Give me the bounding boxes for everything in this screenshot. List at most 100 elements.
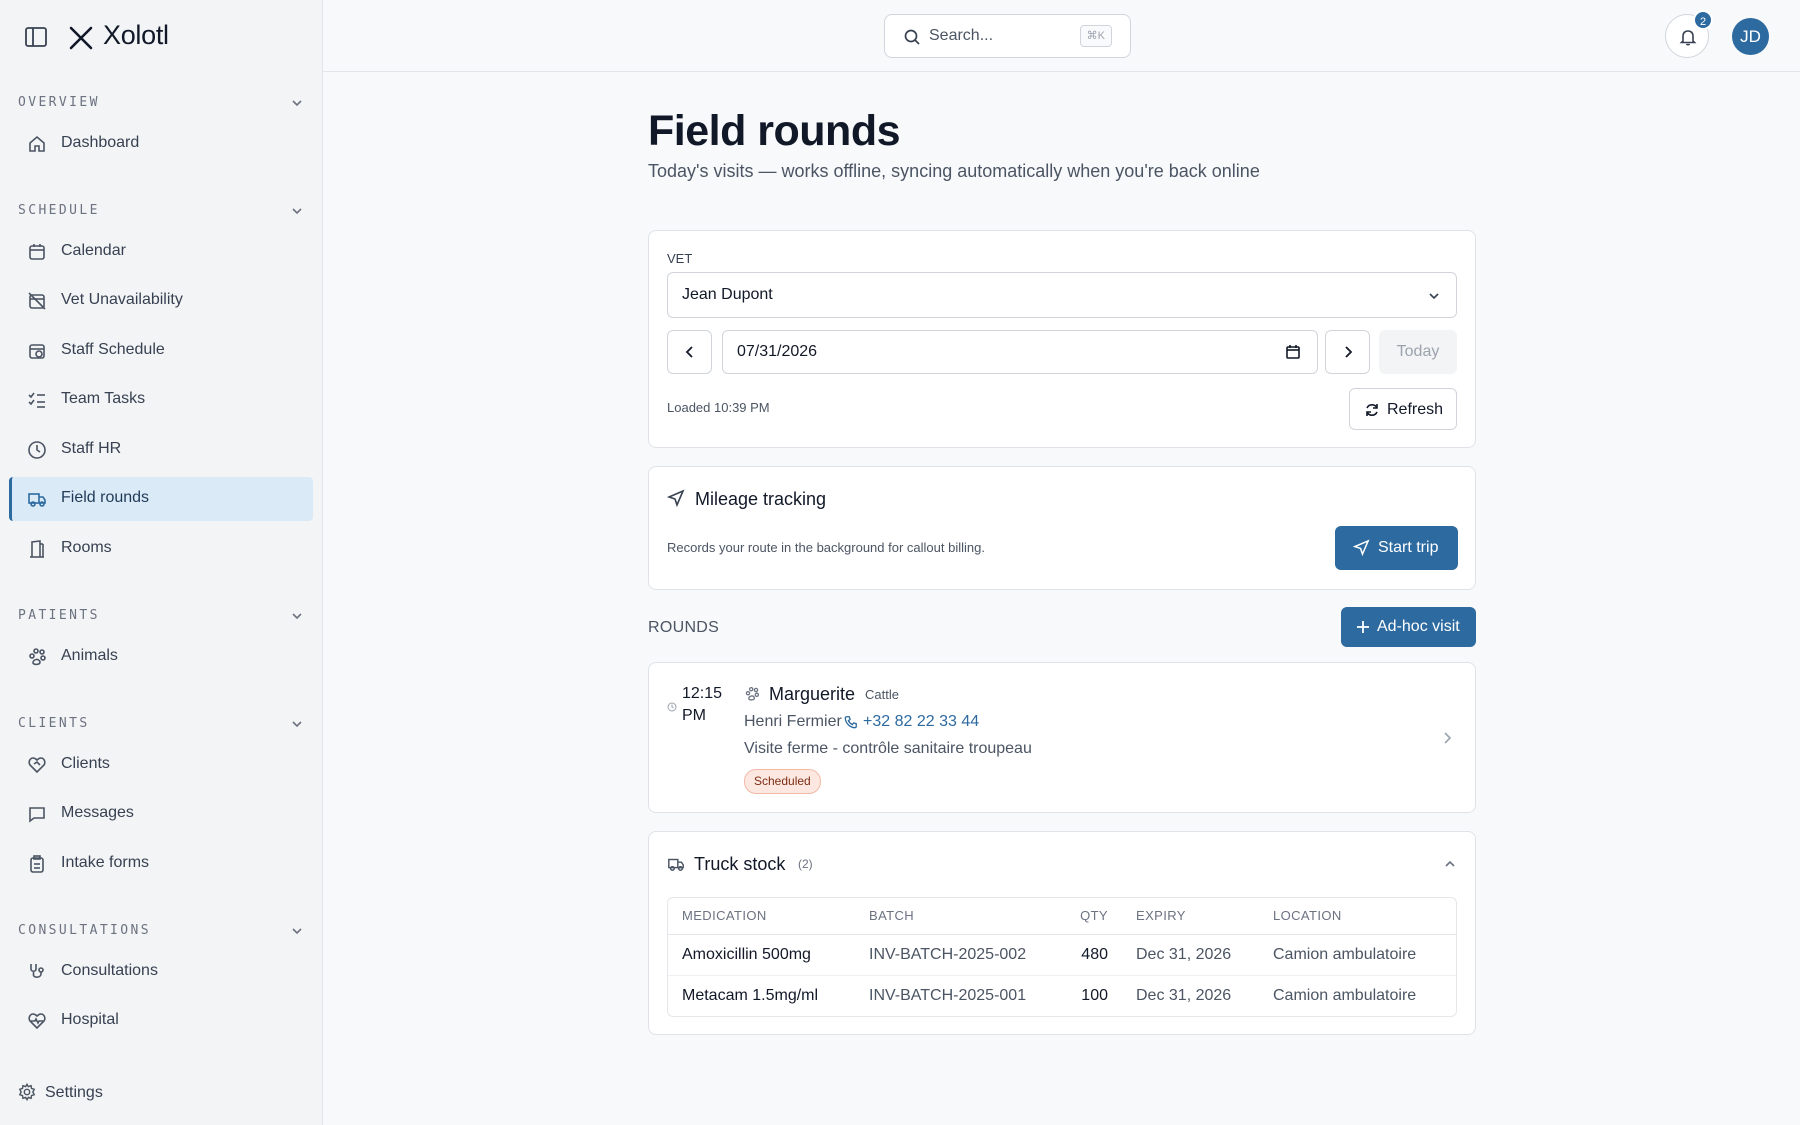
section-label: SCHEDULE (18, 203, 100, 218)
sidebar-toggle-icon[interactable] (24, 25, 48, 49)
door-icon (27, 539, 47, 559)
avatar[interactable]: JD (1732, 18, 1769, 55)
page-subtitle: Today's visits — works offline, syncing … (648, 161, 1260, 181)
column-header: BATCH (855, 898, 1055, 935)
sidebar-item-label: Clients (61, 755, 110, 772)
bell-icon (1679, 30, 1697, 46)
sidebar: Xolotl OVERVIEW Dashboard SCHEDULE Calen… (0, 0, 323, 1125)
home-icon (27, 134, 47, 154)
medication-cell: Amoxicillin 500mg (668, 934, 855, 976)
sidebar-item-label: Rooms (61, 539, 112, 556)
expiry-cell: Dec 31, 2026 (1122, 934, 1259, 976)
owner-phone-link[interactable]: +32 82 22 33 44 (863, 713, 979, 731)
batch-cell: INV-BATCH-2025-001 (869, 986, 1027, 1004)
table-row: Metacam 1.5mg/ml INV-BATCH-2025-001 100 … (668, 975, 1456, 1016)
animal-species: Cattle (865, 687, 899, 702)
heart-pulse-icon (27, 1011, 47, 1031)
sidebar-item-hospital[interactable]: Hospital (9, 999, 313, 1043)
sidebar-item-clients[interactable]: Clients (9, 743, 313, 787)
sidebar-header: Xolotl (0, 0, 323, 72)
section-clients[interactable]: CLIENTS (18, 712, 305, 736)
sidebar-item-label: Dashboard (61, 134, 140, 151)
section-patients[interactable]: PATIENTS (18, 604, 305, 628)
logo-icon (68, 25, 94, 51)
sidebar-item-consultations[interactable]: Consultations (9, 950, 313, 994)
medication-cell: Metacam 1.5mg/ml (682, 986, 819, 1004)
settings-link[interactable]: Settings (18, 1080, 218, 1106)
date-input[interactable]: 07/31/2026 (722, 330, 1318, 374)
sidebar-item-label: Intake forms (61, 854, 150, 871)
location-cell: Camion ambulatoire (1273, 986, 1417, 1004)
loaded-timestamp: Loaded 10:39 PM (667, 400, 770, 415)
calendar-icon (27, 242, 47, 262)
today-button[interactable]: Today (1379, 330, 1457, 374)
status-badge: Scheduled (744, 769, 821, 794)
chevron-up-icon[interactable] (1443, 857, 1457, 871)
clipboard-icon (27, 854, 47, 874)
refresh-label: Refresh (1387, 401, 1444, 418)
page-title: Field rounds (648, 107, 901, 155)
sidebar-item-vet-unavailability[interactable]: Vet Unavailability (9, 279, 313, 323)
sidebar-item-intake-forms[interactable]: Intake forms (9, 842, 313, 886)
visit-reason: Visite ferme - contrôle sanitaire troupe… (744, 740, 1032, 757)
sidebar-item-messages[interactable]: Messages (9, 792, 313, 836)
sidebar-item-team-tasks[interactable]: Team Tasks (9, 378, 313, 422)
truck-stock-title[interactable]: Truck stock (694, 854, 785, 875)
location-cell: Camion ambulatoire (1259, 934, 1456, 976)
sidebar-item-staff-hr[interactable]: Staff HR (9, 428, 313, 472)
calendar-off-icon (27, 291, 47, 311)
sidebar-item-field-rounds[interactable]: Field rounds (9, 477, 313, 521)
mileage-title: Mileage tracking (695, 489, 827, 509)
heart-handshake-icon (27, 755, 47, 775)
section-label: CONSULTATIONS (18, 923, 151, 938)
sidebar-item-dashboard[interactable]: Dashboard (9, 122, 313, 166)
paw-icon (27, 647, 47, 667)
search-shortcut: ⌘K (1079, 25, 1112, 47)
sidebar-item-animals[interactable]: Animals (9, 635, 313, 679)
visit-row[interactable]: 12:15 PM Marguerite Cattle Henri Fermier… (648, 662, 1476, 813)
animal-name: Marguerite (769, 684, 856, 704)
table-row: Amoxicillin 500mg INV-BATCH-2025-002 480… (668, 934, 1456, 976)
expiry-cell: Dec 31, 2026 (1136, 986, 1232, 1004)
vet-select-value: Jean Dupont (682, 286, 773, 303)
list-checks-icon (27, 390, 47, 410)
gear-icon (18, 1082, 38, 1103)
truck-icon (667, 855, 685, 873)
sidebar-item-label: Hospital (61, 1011, 119, 1028)
start-trip-button[interactable]: Start trip (1335, 526, 1458, 570)
sidebar-item-rooms[interactable]: Rooms (9, 527, 313, 571)
phone-icon (844, 715, 858, 729)
sidebar-item-calendar[interactable]: Calendar (9, 230, 313, 274)
vet-select[interactable]: Jean Dupont (667, 272, 1457, 318)
calendar-clock-icon (27, 341, 47, 361)
sidebar-item-label: Staff HR (61, 440, 122, 457)
section-consultations[interactable]: CONSULTATIONS (18, 919, 305, 943)
plus-icon (1357, 621, 1369, 633)
sidebar-item-label: Calendar (61, 242, 126, 259)
calendar-icon[interactable] (1285, 344, 1301, 360)
sidebar-item-label: Team Tasks (61, 390, 146, 407)
section-overview[interactable]: OVERVIEW (18, 91, 305, 115)
add-adhoc-visit-button[interactable]: Ad-hoc visit (1341, 607, 1476, 647)
sidebar-item-label: Consultations (61, 962, 158, 979)
previous-day-button[interactable] (667, 330, 712, 374)
section-schedule[interactable]: SCHEDULE (18, 199, 305, 223)
stethoscope-icon (27, 962, 47, 982)
refresh-button[interactable]: Refresh (1349, 388, 1457, 430)
sidebar-item-label: Staff Schedule (61, 341, 165, 358)
navigation-icon (1353, 539, 1370, 556)
qty-cell: 100 (1081, 986, 1108, 1004)
search-icon (903, 28, 921, 46)
adhoc-visit-label: Ad-hoc visit (1377, 618, 1460, 635)
sidebar-item-staff-schedule[interactable]: Staff Schedule (9, 329, 313, 373)
chevron-left-icon (685, 346, 693, 358)
table-header-row: MEDICATION BATCH QTY EXPIRY LOCATION (668, 898, 1456, 935)
owner-name: Henri Fermier (744, 713, 842, 730)
search-input[interactable]: Search... ⌘K (884, 14, 1131, 58)
date-input-value: 07/31/2026 (737, 343, 818, 360)
next-day-button[interactable] (1325, 330, 1370, 374)
app-name: Xolotl (103, 20, 169, 50)
navigation-icon (666, 489, 685, 508)
chevron-down-icon (289, 608, 305, 624)
column-header: EXPIRY (1122, 898, 1259, 935)
